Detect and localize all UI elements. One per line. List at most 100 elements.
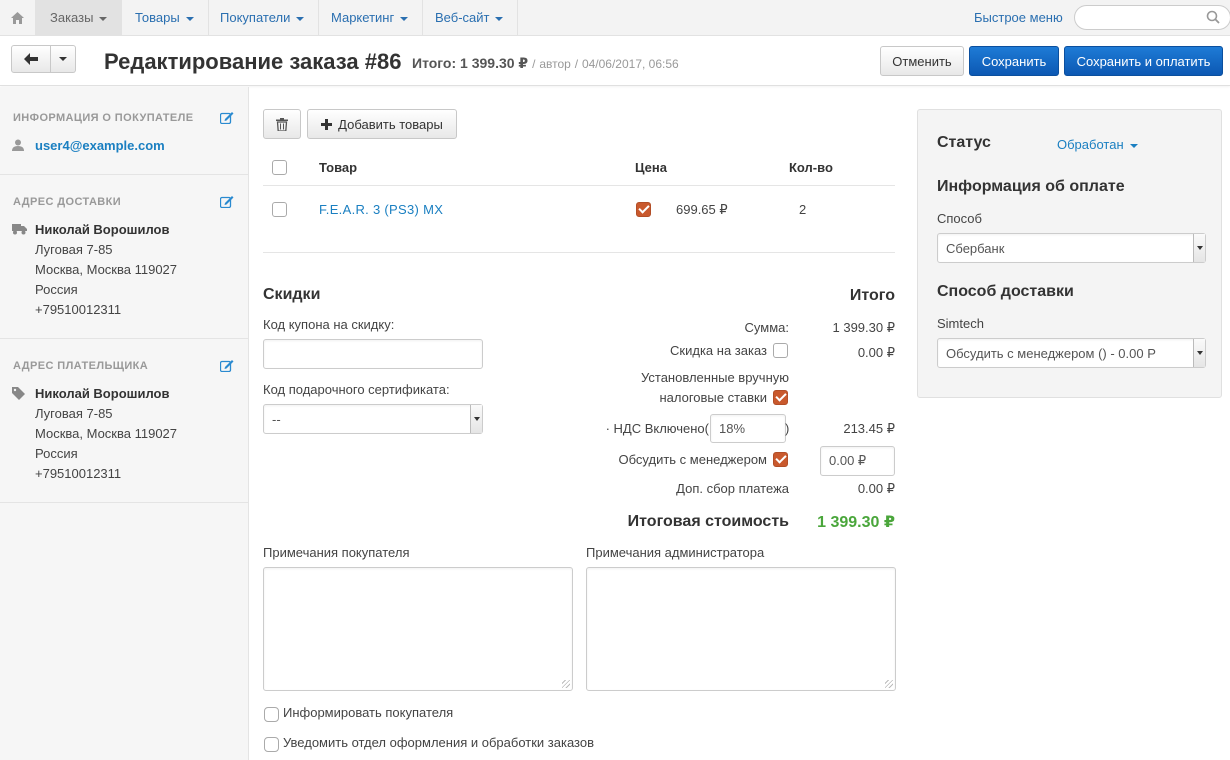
column-qty: Кол-во	[789, 160, 833, 175]
nav-marketing[interactable]: Маркетинг	[317, 0, 424, 36]
gift-certificate-select[interactable]: --	[263, 404, 483, 434]
back-button[interactable]	[11, 45, 51, 73]
notify-department-checkbox[interactable]	[264, 737, 279, 752]
shipping-address-section: Адрес доставки Николай Ворошилов Луговая…	[0, 175, 249, 339]
back-button-group	[11, 45, 76, 73]
discounts-title: Скидки	[263, 286, 321, 303]
quick-menu-link[interactable]: Быстрое меню	[974, 10, 1063, 25]
resize-handle[interactable]	[562, 680, 570, 688]
billing-street: Луговая 7-85	[35, 406, 113, 421]
payment-method-value: Сбербанк	[946, 240, 1005, 256]
vat-rate-input[interactable]: 18%	[710, 414, 786, 443]
shipping-cost-input[interactable]: 0.00 ₽	[820, 446, 895, 476]
edit-icon[interactable]	[219, 195, 234, 211]
edit-icon[interactable]	[219, 359, 234, 375]
customer-email-link[interactable]: user4@example.com	[35, 138, 165, 153]
customer-notes-textarea[interactable]	[263, 567, 573, 691]
price-checkbox[interactable]	[636, 202, 651, 217]
chevron-down-icon	[1193, 234, 1205, 262]
top-navbar: Заказы Товары Покупатели Маркетинг Веб-с…	[0, 0, 1230, 36]
payment-method-label: Способ	[937, 211, 982, 226]
select-all-checkbox[interactable]	[272, 160, 287, 175]
truck-icon	[12, 223, 27, 238]
totals-title: Итого	[849, 287, 895, 304]
billing-city: Москва, Москва 119027	[35, 426, 178, 441]
order-datetime: 04/06/2017, 06:56	[581, 57, 679, 71]
chevron-down-icon	[495, 16, 504, 21]
billing-phone: +79510012311	[35, 466, 122, 481]
chevron-down-icon	[59, 57, 67, 61]
customer-info-heading: Информация о покупателе	[13, 112, 194, 124]
shipping-method-value: Обсудить с менеджером () - 0.00 Р	[946, 345, 1156, 361]
discuss-manager-checkbox[interactable]	[773, 452, 788, 467]
payment-method-select[interactable]: Сбербанк	[937, 233, 1206, 263]
product-qty[interactable]: 2	[799, 202, 806, 217]
page-title: Редактирование заказа #86	[104, 49, 402, 74]
table-divider	[263, 252, 895, 253]
back-dropdown-button[interactable]	[51, 45, 76, 73]
table-divider	[263, 185, 895, 186]
search-input[interactable]	[1074, 5, 1230, 30]
grand-total-label: Итоговая стоимость	[627, 513, 789, 530]
status-dropdown[interactable]: Обработан	[1057, 137, 1138, 152]
page-header: Редактирование заказа #86 Итого: 1 399.3…	[0, 36, 1230, 86]
manual-tax-checkbox[interactable]	[773, 390, 788, 405]
shipping-phone: +79510012311	[35, 302, 122, 317]
shipping-method-select[interactable]: Обсудить с менеджером () - 0.00 Р	[937, 338, 1206, 368]
order-discount-checkbox[interactable]	[773, 343, 788, 358]
order-status-panel: Статус Обработан Информация об оплате Сп…	[917, 109, 1222, 398]
subtotal-label: Сумма:	[744, 320, 789, 335]
resize-handle[interactable]	[885, 680, 893, 688]
notify-customer-label: Информировать покупателя	[283, 705, 454, 720]
column-product: Товар	[319, 160, 358, 175]
chevron-down-icon	[400, 16, 409, 21]
meta-separator: /	[574, 57, 579, 71]
subtotal-value: 1 399.30 ₽	[832, 320, 896, 335]
home-icon[interactable]	[0, 0, 36, 36]
save-and-pay-button[interactable]: Сохранить и оплатить	[1064, 46, 1223, 76]
product-name-link[interactable]: F.E.A.R. 3 (PS3) MX	[319, 202, 443, 217]
nav-products-label: Товары	[135, 10, 180, 25]
save-button[interactable]: Сохранить	[969, 46, 1059, 76]
nav-customers-label: Покупатели	[220, 10, 291, 25]
notify-customer-checkbox[interactable]	[264, 707, 279, 722]
nav-website[interactable]: Веб-сайт	[421, 0, 519, 36]
admin-notes-textarea[interactable]	[586, 567, 896, 691]
manual-tax-label-line1: Установленные вручную	[641, 370, 789, 385]
discuss-manager-label: Обсудить с менеджером	[618, 452, 767, 467]
order-total-value: 1 399.30 ₽	[460, 55, 529, 71]
shipping-carrier-label: Simtech	[937, 316, 984, 331]
chevron-down-icon	[1129, 143, 1138, 148]
row-select-checkbox[interactable]	[272, 202, 287, 217]
nav-orders[interactable]: Заказы	[36, 0, 123, 36]
billing-address-heading: Адрес плательщика	[13, 360, 149, 372]
customer-info-section: Информация о покупателе user4@example.co…	[0, 87, 249, 175]
manual-tax-label-line2: налоговые ставки	[659, 390, 767, 405]
delete-button[interactable]	[263, 109, 301, 139]
status-value: Обработан	[1057, 137, 1124, 152]
edit-icon[interactable]	[219, 111, 234, 127]
trash-icon	[276, 117, 288, 131]
nav-website-label: Веб-сайт	[435, 10, 490, 25]
coupon-label: Код купона на скидку:	[263, 317, 395, 332]
vat-label: · НДС Включено(	[605, 421, 709, 436]
coupon-input[interactable]	[263, 339, 483, 369]
billing-country: Россия	[35, 446, 78, 461]
nav-products[interactable]: Товары	[121, 0, 209, 36]
gift-certificate-label: Код подарочного сертификата:	[263, 382, 450, 397]
arrow-left-icon	[24, 53, 38, 65]
column-price: Цена	[635, 160, 667, 175]
chevron-down-icon	[99, 16, 108, 21]
nav-orders-label: Заказы	[50, 10, 94, 25]
payment-info-title: Информация об оплате	[937, 178, 1125, 195]
order-main: Добавить товары Товар Цена Кол-во F.E.A.…	[249, 87, 909, 760]
nav-customers[interactable]: Покупатели	[206, 0, 320, 36]
add-products-button[interactable]: Добавить товары	[307, 109, 457, 139]
shipping-address-heading: Адрес доставки	[13, 196, 122, 208]
shipping-name: Николай Ворошилов	[35, 222, 170, 237]
search-icon[interactable]	[1206, 10, 1220, 27]
status-title: Статус	[937, 134, 991, 151]
user-icon	[12, 139, 24, 154]
cancel-button[interactable]: Отменить	[880, 46, 964, 76]
plus-icon	[321, 118, 333, 130]
